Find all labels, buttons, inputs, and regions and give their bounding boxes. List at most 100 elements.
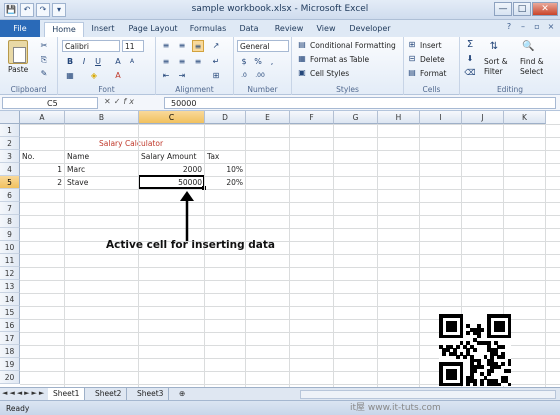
header-salary-cell[interactable]: Salary Amount: [139, 150, 205, 163]
align-middle-icon[interactable]: ≡: [176, 40, 188, 52]
sheet-tab-3[interactable]: Sheet3: [132, 388, 170, 400]
column-header-i[interactable]: I: [420, 111, 462, 124]
paste-button[interactable]: Paste: [8, 65, 28, 74]
tab-data[interactable]: Data: [234, 22, 264, 37]
maximize-button[interactable]: □: [513, 2, 531, 16]
row-header-19[interactable]: 19: [0, 358, 20, 371]
paste-icon[interactable]: [8, 40, 28, 64]
conditional-formatting-button[interactable]: Conditional Formatting: [310, 41, 396, 50]
wrap-text-icon[interactable]: ↵: [210, 56, 222, 68]
align-left-icon[interactable]: ≡: [160, 56, 172, 68]
record-name-cell[interactable]: Marc: [65, 163, 139, 176]
format-painter-icon[interactable]: ✎: [38, 68, 50, 80]
row-header-10[interactable]: 10: [0, 241, 20, 254]
tab-file[interactable]: File: [0, 20, 40, 37]
cancel-icon[interactable]: ✕: [104, 97, 114, 106]
column-header-b[interactable]: B: [65, 111, 139, 124]
column-header-c[interactable]: C: [139, 111, 205, 124]
row-header-6[interactable]: 6: [0, 189, 20, 202]
row-header-7[interactable]: 7: [0, 202, 20, 215]
name-box[interactable]: C5: [2, 97, 98, 109]
header-tax-cell[interactable]: Tax: [205, 150, 246, 163]
row-header-14[interactable]: 14: [0, 293, 20, 306]
autosum-button[interactable]: Σ: [464, 39, 476, 51]
tab-review[interactable]: Review: [270, 22, 308, 37]
active-cell-border[interactable]: [138, 175, 205, 189]
tab-page-layout[interactable]: Page Layout: [124, 22, 182, 37]
tab-formulas[interactable]: Formulas: [186, 22, 230, 37]
row-header-17[interactable]: 17: [0, 332, 20, 345]
column-header-f[interactable]: F: [290, 111, 334, 124]
clear-icon[interactable]: ⌫: [464, 67, 476, 79]
sheet-title-cell[interactable]: Salary Calculator: [99, 137, 206, 150]
merge-center-icon[interactable]: ⊞: [210, 70, 222, 82]
row-header-18[interactable]: 18: [0, 345, 20, 358]
font-grow-icon[interactable]: A: [112, 56, 124, 68]
decrease-decimal-icon[interactable]: .00: [254, 70, 266, 82]
record-name-cell[interactable]: Stave: [65, 176, 139, 189]
percent-button[interactable]: %: [252, 56, 264, 68]
row-header-2[interactable]: 2: [0, 137, 20, 150]
minimize-button[interactable]: —: [494, 2, 512, 16]
row-header-3[interactable]: 3: [0, 150, 20, 163]
bold-button[interactable]: B: [64, 56, 76, 68]
sort-filter-icon[interactable]: ⇅: [488, 41, 500, 53]
column-header-g[interactable]: G: [334, 111, 378, 124]
fx-icon[interactable]: fx: [123, 97, 137, 106]
row-header-9[interactable]: 9: [0, 228, 20, 241]
font-name-select[interactable]: Calibri: [62, 40, 120, 52]
align-center-icon[interactable]: ≡: [176, 56, 188, 68]
worksheet-grid[interactable]: ABCDEFGHIJK 1 2 3 4 5 6 7 8 9 10 11 12 13 14 15 16 17 18 1…: [0, 111, 560, 387]
number-format-select[interactable]: General: [237, 40, 289, 52]
select-label[interactable]: Select: [520, 67, 543, 76]
tab-view[interactable]: View: [312, 22, 340, 37]
row-header-13[interactable]: 13: [0, 280, 20, 293]
align-right-icon[interactable]: ≡: [192, 56, 204, 68]
header-no-cell[interactable]: No.: [20, 150, 65, 163]
record-no-cell[interactable]: 1: [20, 163, 65, 176]
tab-home[interactable]: Home: [44, 22, 84, 37]
cut-icon[interactable]: ✂: [38, 40, 50, 52]
column-header-k[interactable]: K: [504, 111, 546, 124]
tab-developer[interactable]: Developer: [346, 22, 394, 37]
format-button[interactable]: Format: [420, 69, 446, 78]
workbook-minimize-icon[interactable]: –: [518, 22, 528, 32]
row-header-11[interactable]: 11: [0, 254, 20, 267]
align-top-icon[interactable]: ≡: [160, 40, 172, 52]
font-size-select[interactable]: 11: [122, 40, 144, 52]
row-header-8[interactable]: 8: [0, 215, 20, 228]
insert-button[interactable]: Insert: [420, 41, 442, 50]
font-shrink-icon[interactable]: A: [126, 56, 138, 68]
column-header-a[interactable]: A: [20, 111, 65, 124]
select-all-corner[interactable]: [0, 111, 20, 124]
decrease-indent-icon[interactable]: ⇤: [160, 70, 172, 82]
sheet-tab-2[interactable]: Sheet2: [90, 388, 128, 400]
workbook-restore-icon[interactable]: ▫: [532, 22, 542, 32]
record-tax-cell[interactable]: 10%: [205, 163, 246, 176]
filter-label[interactable]: Filter: [484, 67, 503, 76]
fill-color-icon[interactable]: ◈: [88, 70, 100, 82]
row-header-12[interactable]: 12: [0, 267, 20, 280]
sort-filter-label[interactable]: Sort &: [484, 57, 508, 66]
row-header-5[interactable]: 5: [0, 176, 20, 189]
cell-styles-button[interactable]: Cell Styles: [310, 69, 349, 78]
sheet-nav-icons[interactable]: ◄◄◄►►►: [2, 389, 46, 397]
help-icon[interactable]: ?: [504, 22, 514, 32]
tab-insert[interactable]: Insert: [86, 22, 120, 37]
row-header-4[interactable]: 4: [0, 163, 20, 176]
column-header-h[interactable]: H: [378, 111, 420, 124]
delete-button[interactable]: Delete: [420, 55, 445, 64]
enter-icon[interactable]: ✓: [114, 97, 124, 106]
increase-decimal-icon[interactable]: .0: [238, 70, 250, 82]
align-bottom-icon[interactable]: ≡: [192, 40, 204, 52]
format-as-table-button[interactable]: Format as Table: [310, 55, 369, 64]
currency-button[interactable]: $: [238, 56, 250, 68]
formula-input[interactable]: 50000: [164, 97, 556, 109]
fill-icon[interactable]: ⬇: [464, 53, 476, 65]
column-header-j[interactable]: J: [462, 111, 504, 124]
record-no-cell[interactable]: 2: [20, 176, 65, 189]
new-sheet-icon[interactable]: ⊕: [174, 388, 190, 400]
italic-button[interactable]: I: [78, 56, 90, 68]
comma-button[interactable]: ,: [266, 56, 278, 68]
horizontal-scrollbar[interactable]: [300, 390, 556, 399]
